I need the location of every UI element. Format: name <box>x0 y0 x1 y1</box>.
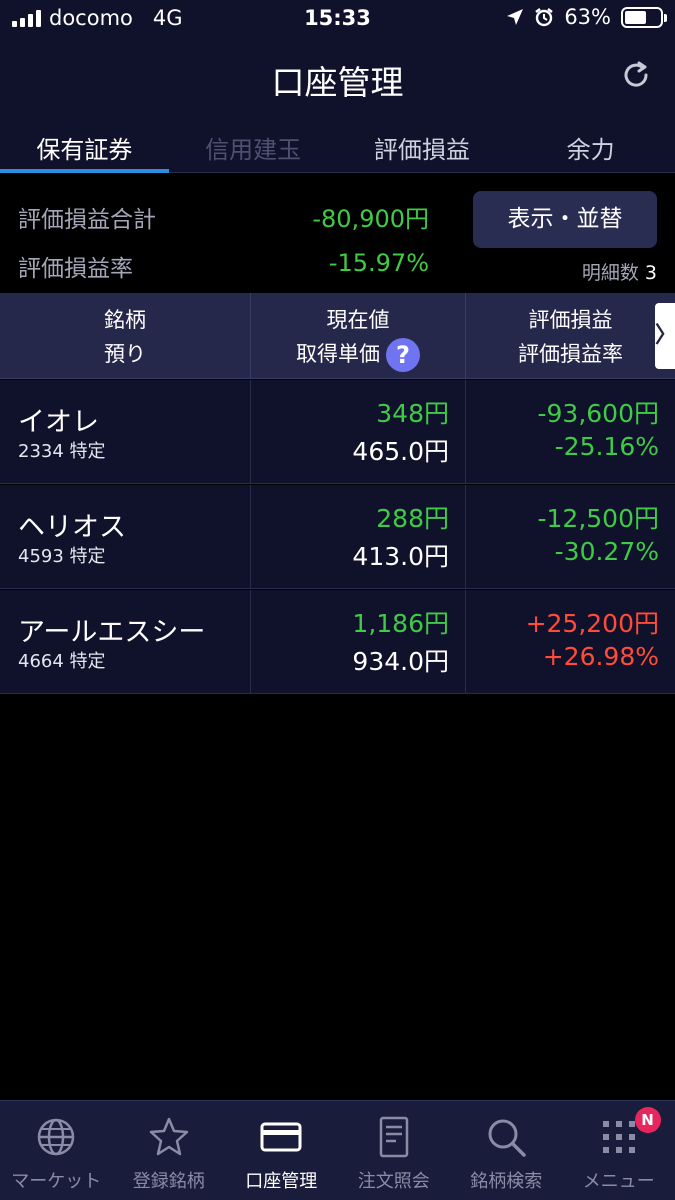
refresh-icon[interactable] <box>619 58 653 92</box>
tabbar-orders[interactable]: 注文照会 <box>338 1101 451 1200</box>
stock-name: ヘリオス <box>18 512 126 543</box>
tabbar-watchlist[interactable]: 登録銘柄 <box>113 1101 226 1200</box>
table-row[interactable]: イオレ 2334 特定 348円 465.0円 -93,600円 -25.16% <box>0 380 675 484</box>
nav-bar: 口座管理 <box>0 36 675 116</box>
screen: docomo 4G 15:33 63% 口座管理 保有証券 信用建玉 評価損益 … <box>0 0 675 1200</box>
pl-rate-value: -15.97% <box>328 249 429 277</box>
tab-holdings[interactable]: 保有証券 <box>0 116 169 173</box>
row-divider <box>250 485 251 588</box>
header-name-label: 銘柄 <box>104 308 146 332</box>
current-price: 348円 <box>376 399 449 428</box>
tab-valuation[interactable]: 評価損益 <box>338 116 507 172</box>
page-title: 口座管理 <box>271 63 404 102</box>
document-icon <box>379 1116 408 1158</box>
notification-badge: N <box>634 1107 661 1133</box>
detail-count-value: 3 <box>644 262 657 284</box>
tabbar-label: 銘柄検索 <box>470 1171 543 1192</box>
unrealized-pl: -12,500円 <box>537 504 660 533</box>
help-icon[interactable]: ? <box>386 338 420 372</box>
table-row[interactable]: アールエスシー 4664 特定 1,186円 934.0円 +25,200円 +… <box>0 590 675 694</box>
search-icon <box>488 1119 526 1157</box>
stock-name: アールエスシー <box>18 617 206 648</box>
current-price: 288円 <box>376 504 449 533</box>
row-divider <box>465 380 466 483</box>
acquisition-price: 934.0円 <box>352 647 449 676</box>
total-pl-value: -80,900円 <box>312 205 429 233</box>
header-col-name: 銘柄 預り <box>0 303 250 371</box>
current-price: 1,186円 <box>352 609 449 638</box>
header-pl-rate-label: 評価損益率 <box>518 342 623 366</box>
tabbar-label: 注文照会 <box>357 1171 430 1192</box>
location-arrow-icon <box>507 9 524 25</box>
unrealized-pl-rate: -30.27% <box>554 537 659 566</box>
bottom-tab-bar: マーケット 登録銘柄 口座管理 注文照会 銘柄検索 N メニュー <box>0 1100 675 1200</box>
tabbar-label: マーケット <box>11 1171 102 1192</box>
tab-buying-power[interactable]: 余力 <box>506 116 675 172</box>
header-custody-label: 預り <box>104 342 146 366</box>
stock-code: 4664 特定 <box>18 651 106 672</box>
table-header: 銘柄 預り 現在値 取得単価? 評価損益 評価損益率 〉 <box>0 293 675 379</box>
tabbar-account[interactable]: 口座管理 <box>225 1101 338 1200</box>
tab-bar: 保有証券 信用建玉 評価損益 余力 <box>0 116 675 173</box>
header-col-price: 現在値 取得単価? <box>251 303 465 372</box>
tabbar-search[interactable]: 銘柄検索 <box>450 1101 563 1200</box>
detail-count: 明細数 3 <box>582 258 657 285</box>
detail-count-label: 明細数 <box>581 262 639 284</box>
tabbar-market[interactable]: マーケット <box>0 1101 113 1200</box>
row-divider <box>465 590 466 693</box>
header-col-pl: 評価損益 評価損益率 <box>466 303 675 371</box>
tabbar-label: 登録銘柄 <box>132 1171 205 1192</box>
stock-name: イオレ <box>18 407 99 438</box>
total-pl-label: 評価損益合計 <box>18 207 156 233</box>
globe-icon <box>38 1118 75 1156</box>
unrealized-pl-rate: +26.98% <box>542 642 659 671</box>
unrealized-pl: +25,200円 <box>525 609 659 638</box>
unrealized-pl-rate: -25.16% <box>554 432 659 461</box>
battery-percent: 63% <box>564 5 611 29</box>
star-icon <box>149 1117 188 1156</box>
stock-code: 4593 特定 <box>18 546 106 567</box>
tabbar-label: 口座管理 <box>245 1171 318 1192</box>
tab-margin-positions[interactable]: 信用建玉 <box>169 116 338 172</box>
status-right: 63% <box>506 5 667 29</box>
acquisition-price: 413.0円 <box>352 542 449 571</box>
header-price-label: 現在値 <box>326 308 390 332</box>
header-cost-label: 取得単価 <box>296 342 380 366</box>
tabbar-label: メニュー <box>582 1171 655 1192</box>
battery-icon <box>621 6 667 28</box>
row-divider <box>250 590 251 693</box>
alarm-icon <box>535 8 554 27</box>
card-icon <box>260 1122 302 1152</box>
table-row[interactable]: ヘリオス 4593 特定 288円 413.0円 -12,500円 -30.27… <box>0 485 675 589</box>
summary-panel: 評価損益合計 -80,900円 評価損益率 -15.97% 表示・並替 明細数 3 <box>0 174 675 292</box>
scroll-right-icon[interactable]: 〉 <box>655 303 675 369</box>
tabbar-menu[interactable]: N メニュー <box>563 1101 675 1200</box>
pl-rate-label: 評価損益率 <box>18 256 133 282</box>
header-pl-label: 評価損益 <box>528 308 613 332</box>
status-bar: docomo 4G 15:33 63% <box>0 0 675 36</box>
acquisition-price: 465.0円 <box>352 437 449 466</box>
row-divider <box>465 485 466 588</box>
row-divider <box>250 380 251 483</box>
display-sort-button[interactable]: 表示・並替 <box>473 191 657 248</box>
stock-code: 2334 特定 <box>18 441 106 462</box>
unrealized-pl: -93,600円 <box>537 399 660 428</box>
